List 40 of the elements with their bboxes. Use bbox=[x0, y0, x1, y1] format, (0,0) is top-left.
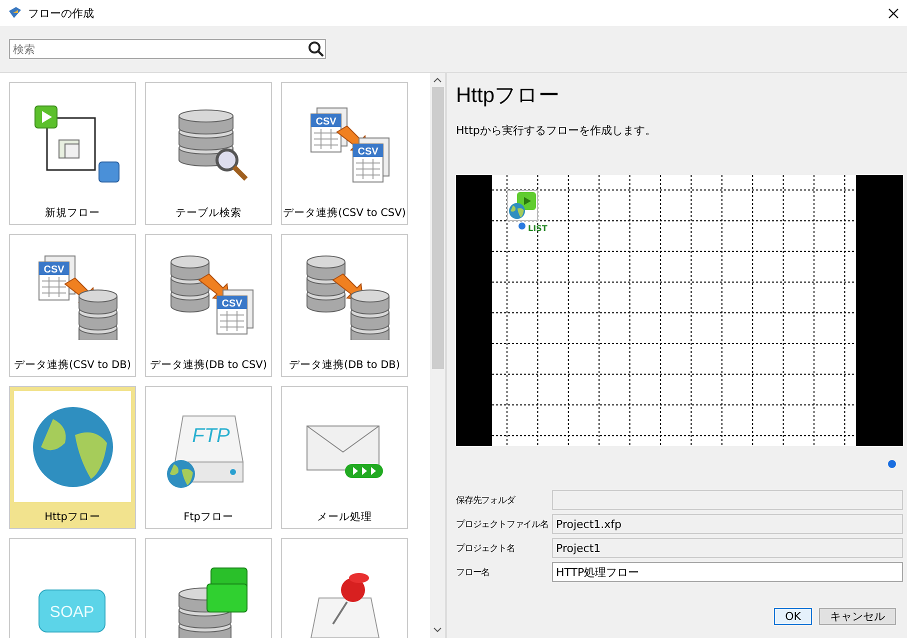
template-tile[interactable]: CSV CSV データ連携(CSV to CSV) bbox=[281, 82, 408, 225]
template-tile[interactable]: FTP Ftpフロー bbox=[145, 386, 272, 529]
text-field[interactable]: HTTP処理フロー bbox=[552, 562, 903, 582]
app-icon bbox=[8, 6, 22, 20]
template-tile[interactable]: データ連携(DB to DB) bbox=[281, 234, 408, 377]
field-label: フロー名 bbox=[456, 566, 490, 578]
scrollbar-thumb[interactable] bbox=[432, 87, 444, 369]
scroll-up-icon[interactable] bbox=[433, 77, 442, 83]
tile-label: データ連携(DB to CSV) bbox=[150, 358, 267, 372]
text-field[interactable]: Project1 bbox=[552, 538, 903, 558]
template-tile[interactable]: CSV データ連携(CSV to DB) bbox=[9, 234, 136, 377]
template-tile[interactable]: メール処理 bbox=[281, 386, 408, 529]
tile-label: データ連携(CSV to DB) bbox=[14, 358, 131, 372]
close-icon[interactable] bbox=[888, 8, 899, 18]
search-field[interactable]: 検索 bbox=[9, 39, 326, 59]
field-label: プロジェクト名 bbox=[456, 542, 515, 554]
search-icon[interactable] bbox=[308, 41, 324, 57]
text-field[interactable]: Project1.xfp bbox=[552, 514, 903, 534]
tile-label: データ連携(CSV to CSV) bbox=[283, 206, 406, 220]
tile-label: メール処理 bbox=[317, 510, 372, 524]
template-tile[interactable]: CSV データ連携(DB to CSV) bbox=[145, 234, 272, 377]
field-label: プロジェクトファイル名 bbox=[456, 518, 548, 530]
window-title: フローの作成 bbox=[28, 6, 95, 20]
detail-title: Httpフロー bbox=[456, 83, 561, 109]
node-label: LIST bbox=[528, 224, 548, 233]
tile-label: データ連携(DB to DB) bbox=[289, 358, 400, 372]
field-label: 保存先フォルダ bbox=[456, 494, 515, 506]
scroll-down-icon[interactable] bbox=[433, 627, 442, 633]
template-tile[interactable]: テーブル検索 bbox=[145, 82, 272, 225]
tile-label: Ftpフロー bbox=[184, 510, 234, 524]
detail-description: Httpから実行するフローを作成します。 bbox=[456, 123, 657, 138]
page-indicator-dot bbox=[888, 460, 896, 468]
dialog-button[interactable]: OK bbox=[774, 608, 812, 625]
tile-label: 新規フロー bbox=[45, 206, 100, 220]
dialog-button[interactable]: キャンセル bbox=[819, 608, 896, 625]
tile-label: テーブル検索 bbox=[176, 206, 242, 220]
text-field[interactable] bbox=[552, 490, 903, 510]
tile-label: Httpフロー bbox=[44, 510, 100, 524]
template-tile[interactable]: 新規フロー bbox=[9, 82, 136, 225]
template-tile[interactable]: Httpフロー bbox=[9, 386, 136, 529]
